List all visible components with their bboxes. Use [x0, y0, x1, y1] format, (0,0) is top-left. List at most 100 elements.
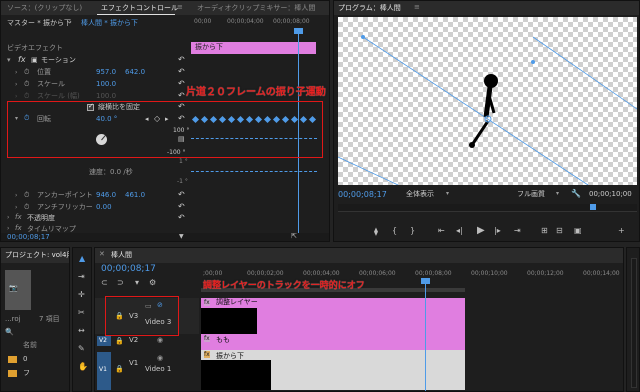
rotation-reset-icon[interactable]: ↶ — [178, 114, 185, 123]
fx-icon[interactable]: fx — [18, 55, 26, 64]
razor-icon[interactable]: ✂ — [78, 308, 85, 317]
marker-icon[interactable]: ⧫ — [374, 227, 378, 236]
fit-select[interactable]: 全体表示 — [406, 189, 434, 200]
master-clip-label[interactable]: マスター * 振から下 — [7, 18, 71, 29]
ec-export-icon[interactable]: ⇱ — [291, 232, 297, 240]
ripple-edit-icon[interactable]: ✛ — [78, 290, 85, 299]
timeline-playhead-handle[interactable] — [421, 278, 430, 284]
anchor-label: アンカーポイント — [37, 191, 93, 199]
opacity-fx-icon[interactable]: fx — [15, 213, 22, 221]
step-back-icon[interactable]: ◂| — [456, 226, 463, 235]
flicker-reset-icon[interactable]: ↶ — [178, 202, 185, 211]
scale-stopwatch-icon[interactable]: ⏱ — [24, 80, 29, 89]
next-keyframe-icon[interactable]: ▸ — [165, 115, 169, 123]
track-lock-icon[interactable]: 🔒 — [115, 337, 124, 345]
sequence-clip-label[interactable]: 棒人間 * 振から下 — [81, 18, 138, 29]
flicker-stopwatch-icon[interactable]: ⏱ — [24, 203, 29, 212]
tab-effect-controls[interactable]: エフェクトコントロール — [101, 3, 178, 13]
add-keyframe-icon[interactable]: ◇ — [154, 114, 160, 123]
tab-program[interactable]: プログラム：棒人間 — [338, 3, 401, 13]
snap-icon[interactable]: ⊂ — [101, 278, 108, 287]
ec-filter-icon[interactable]: ▼ — [179, 233, 184, 240]
quality-chevron-icon: ▾ — [556, 190, 560, 197]
program-playhead[interactable] — [590, 204, 596, 210]
anchor-expand-icon[interactable]: › — [15, 192, 17, 199]
speed-label: 速度：0.0 /秒 — [89, 168, 133, 176]
linked-icon[interactable]: ⊃ — [117, 278, 124, 287]
selection-tool-icon[interactable]: ▲ — [79, 254, 85, 263]
timeremap-fx-icon[interactable]: fx — [15, 224, 22, 232]
opacity-reset-icon[interactable]: ↶ — [178, 213, 185, 222]
add-button-icon[interactable]: + — [618, 226, 625, 235]
position-expand-icon[interactable]: › — [15, 69, 17, 76]
motion-reset-icon[interactable]: ↶ — [178, 55, 185, 64]
tab-project[interactable]: プロジェクト: vol4用 — [5, 250, 69, 260]
scale-width-reset-icon[interactable]: ↶ — [178, 91, 185, 100]
rotation-graph-icon[interactable]: ▤ — [178, 135, 185, 143]
tab-audio-clip-mixer[interactable]: オーディオクリップミキサー：棒人間 — [197, 3, 315, 13]
quality-select[interactable]: フル画質 — [517, 189, 545, 200]
tab-sequence[interactable]: 棒人間 — [111, 250, 132, 260]
export-frame-icon[interactable]: ▣ — [574, 226, 582, 235]
eye-icon[interactable]: ◉ — [157, 354, 163, 362]
go-to-in-icon[interactable]: ⇤ — [438, 226, 445, 235]
tab-source[interactable]: ソース：(クリップなし) — [7, 3, 82, 13]
hand-tool-icon[interactable]: ✋ — [78, 362, 88, 371]
eye-icon[interactable]: ◉ — [157, 336, 163, 344]
rotation-expand-icon[interactable]: ▾ — [15, 115, 18, 122]
project-row-2[interactable]: フ — [23, 368, 30, 379]
flicker-expand-icon[interactable]: › — [15, 204, 17, 211]
play-icon[interactable]: ▶ — [477, 225, 485, 236]
wrench-icon[interactable]: 🔧 — [571, 189, 581, 198]
rotation-value[interactable]: 40.0 ° — [96, 114, 117, 125]
ec-playhead-handle[interactable] — [294, 28, 303, 34]
mark-out-icon[interactable]: } — [410, 226, 415, 235]
ec-current-time[interactable]: 00;00;08;17 — [7, 232, 50, 241]
scale-expand-icon[interactable]: › — [15, 81, 17, 88]
program-menu-icon[interactable]: ≡ — [414, 3, 420, 11]
track-lock-icon[interactable]: 🔒 — [115, 365, 124, 373]
panel-menu-icon[interactable]: ≡ — [177, 3, 183, 11]
rotation-stopwatch-icon[interactable]: ⏱ — [24, 114, 29, 123]
timeremap-expand-icon[interactable]: › — [7, 225, 9, 232]
slip-tool-icon[interactable]: ↔ — [78, 326, 85, 335]
pen-tool-icon[interactable]: ✎ — [78, 344, 85, 353]
anchor-reset-icon[interactable]: ↶ — [178, 190, 185, 199]
timeline-timecode[interactable]: 00;00;08;17 — [101, 264, 156, 275]
flicker-value[interactable]: 0.00 — [96, 202, 112, 213]
uniform-reset-icon[interactable]: ↶ — [178, 102, 185, 111]
timeline-close-icon[interactable]: ✕ — [99, 250, 105, 258]
add-marker-icon[interactable]: ▾ — [135, 278, 139, 287]
program-canvas[interactable] — [338, 17, 637, 185]
step-forward-icon[interactable]: |▸ — [494, 226, 501, 235]
position-reset-icon[interactable]: ↶ — [178, 67, 185, 76]
timeline-settings-icon[interactable]: ⚙ — [149, 278, 156, 287]
project-row-1[interactable]: 0 — [23, 354, 27, 365]
opacity-expand-icon[interactable]: › — [7, 214, 9, 221]
anchor-stopwatch-icon[interactable]: ⏱ — [24, 191, 29, 200]
position-x-value[interactable]: 957.0 — [96, 67, 116, 78]
anchor-y-value[interactable]: 461.0 — [125, 190, 145, 201]
scale-value[interactable]: 100.0 — [96, 79, 116, 90]
mark-in-icon[interactable]: { — [392, 226, 397, 235]
lift-icon[interactable]: ⊞ — [541, 226, 548, 235]
position-y-value[interactable]: 642.0 — [125, 67, 145, 78]
project-name-header[interactable]: 名前 — [23, 340, 37, 351]
position-stopwatch-icon[interactable]: ⏱ — [24, 68, 29, 77]
timeline-tabbar: ✕ 棒人間 — [95, 248, 623, 263]
stickman-head — [484, 74, 498, 88]
scale-reset-icon[interactable]: ↶ — [178, 79, 185, 88]
project-search-icon[interactable]: 🔍 — [5, 328, 14, 336]
program-timecode[interactable]: 00;00;08;17 — [338, 189, 387, 200]
rotation-label: 回転 — [37, 115, 51, 123]
timeline-playhead[interactable] — [425, 278, 426, 391]
go-to-out-icon[interactable]: ⇥ — [514, 226, 521, 235]
uniform-scale-label: 縦横比を固定 — [98, 103, 140, 111]
anchor-x-value[interactable]: 946.0 — [96, 190, 116, 201]
extract-icon[interactable]: ⊟ — [556, 226, 563, 235]
track-select-icon[interactable]: ⇥ — [78, 272, 85, 281]
prev-keyframe-icon[interactable]: ◂ — [145, 115, 149, 123]
motion-expand-icon[interactable]: ▾ — [7, 56, 11, 64]
fx-badge-icon: fx — [204, 299, 210, 306]
clip-adjustment-label: 調整レイヤー — [216, 298, 258, 306]
